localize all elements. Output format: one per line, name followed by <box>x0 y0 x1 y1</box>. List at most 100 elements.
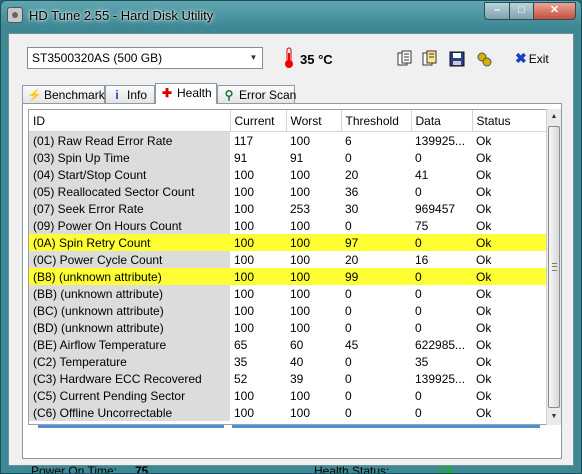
cell-id: (BE) Airflow Temperature <box>29 336 230 353</box>
cell-data: 0 <box>415 320 422 335</box>
cell-threshold: 99 <box>341 268 411 285</box>
table-row[interactable]: (C3) Hardware ECC Recovered 52 39 0 139925..… <box>29 370 547 387</box>
cell-worst: 100 <box>290 405 311 420</box>
cell-status: Ok <box>476 218 492 233</box>
table-row[interactable]: (01) Raw Read Error Rate 117 100 6 139925...… <box>29 131 547 149</box>
minimize-button[interactable]: – <box>484 2 510 20</box>
table-row[interactable]: (04) Start/Stop Count 100 100 20 41 Ok <box>29 166 547 183</box>
table-row[interactable]: (05) Reallocated Sector Count 100 100 36 0 Ok <box>29 183 547 200</box>
cell-data: 622985... <box>415 337 466 352</box>
tab-benchmark[interactable]: ⚡ Benchmark <box>22 85 105 103</box>
cell-worst: 253 <box>290 201 311 216</box>
table-row[interactable]: (09) Power On Hours Count 100 100 0 75 Ok <box>29 217 547 234</box>
cell-id: (C3) Hardware ECC Recovered <box>29 370 230 387</box>
app-window: HD Tune 2.55 - Hard Disk Utility – □ ✕ S… <box>0 0 582 474</box>
cell-data: 139925... <box>415 371 466 386</box>
table-row[interactable]: (0A) Spin Retry Count 100 100 97 0 Ok <box>29 234 547 251</box>
column-header-data[interactable]: Data <box>411 110 473 132</box>
table-row[interactable]: (BC) (unknown attribute) 100 100 0 0 Ok <box>29 302 547 319</box>
column-header-worst[interactable]: Worst <box>286 110 342 132</box>
cell-status: Ok <box>476 133 492 148</box>
scroll-up-arrow-icon[interactable]: ▲ <box>547 109 561 125</box>
cell-data: 0 <box>415 184 422 199</box>
cell-current: 100 <box>234 320 255 335</box>
exit-button[interactable]: ✖ Exit <box>515 50 551 68</box>
column-header-current[interactable]: Current <box>230 110 287 132</box>
table-row[interactable]: (C5) Current Pending Sector 100 100 0 0 Ok <box>29 387 547 404</box>
table-row[interactable]: (0C) Power Cycle Count 100 100 20 16 Ok <box>29 251 547 268</box>
cell-id: (BD) (unknown attribute) <box>29 319 230 336</box>
table-row[interactable]: (C2) Temperature 35 40 0 35 Ok <box>29 353 547 370</box>
cell-threshold: 6 <box>345 133 352 148</box>
smart-attributes-table[interactable]: ID Current Worst Threshold Data Status (… <box>28 109 548 425</box>
table-row[interactable]: (03) Spin Up Time 91 91 0 0 Ok <box>29 149 547 166</box>
scrollbar-thumb[interactable] <box>548 126 560 408</box>
cell-worst: 100 <box>290 167 311 182</box>
cell-threshold: 0 <box>345 286 352 301</box>
cell-threshold: 0 <box>345 388 352 403</box>
drive-select[interactable]: ST3500320AS (500 GB) ▼ <box>27 47 263 69</box>
save-icon[interactable] <box>448 50 466 68</box>
cell-data: 0 <box>415 303 422 318</box>
table-row[interactable]: (C6) Offline Uncorrectable 100 100 0 0 Ok <box>29 404 547 421</box>
cell-current: 100 <box>234 286 255 301</box>
scroll-down-arrow-icon[interactable]: ▼ <box>547 409 561 425</box>
cell-threshold: 36 <box>345 184 359 199</box>
cell-status: Ok <box>476 303 492 318</box>
tab-label: Benchmark <box>44 88 105 102</box>
cell-id: (04) Start/Stop Count <box>29 166 230 183</box>
temperature-readout: 35 °C <box>300 52 333 67</box>
cell-worst: 100 <box>290 133 311 148</box>
main-client-area: ST3500320AS (500 GB) ▼ 35 °C ✖ Exit ⚡ Benc… <box>8 33 574 473</box>
info-icon: i <box>115 88 119 102</box>
cell-worst: 100 <box>290 184 311 199</box>
cell-worst: 100 <box>290 252 311 267</box>
window-title: HD Tune 2.55 - Hard Disk Utility <box>29 8 214 23</box>
tab-health[interactable]: ✚ Health <box>155 83 217 104</box>
maximize-button[interactable]: □ <box>509 2 534 20</box>
column-header-status[interactable]: Status <box>472 110 547 132</box>
magnifier-icon: ⚲ <box>224 88 234 102</box>
tab-info[interactable]: i Info <box>105 85 155 103</box>
cell-current: 100 <box>234 167 255 182</box>
table-row[interactable]: (BD) (unknown attribute) 100 100 0 0 Ok <box>29 319 547 336</box>
cell-threshold: 30 <box>345 201 359 216</box>
column-header-threshold[interactable]: Threshold <box>341 110 412 132</box>
cell-worst: 100 <box>290 388 311 403</box>
table-row[interactable]: (BB) (unknown attribute) 100 100 0 0 Ok <box>29 285 547 302</box>
title-bar[interactable]: HD Tune 2.55 - Hard Disk Utility – □ ✕ <box>1 1 581 33</box>
options-icon[interactable] <box>475 50 493 68</box>
cell-current: 65 <box>234 337 248 352</box>
cell-data: 0 <box>411 268 472 285</box>
copy-all-icon[interactable] <box>421 50 439 68</box>
tab-label: Health <box>177 86 212 100</box>
cell-data: 75 <box>415 218 429 233</box>
cell-current: 100 <box>234 303 255 318</box>
vertical-scrollbar[interactable]: ▲ ▼ <box>546 109 561 425</box>
close-button[interactable]: ✕ <box>533 2 576 20</box>
cell-status: Ok <box>476 388 492 403</box>
copy-info-icon[interactable] <box>396 50 414 68</box>
cell-current: 35 <box>234 354 248 369</box>
cell-threshold: 0 <box>345 371 352 386</box>
cell-threshold: 45 <box>345 337 359 352</box>
table-row[interactable]: (07) Seek Error Rate 100 253 30 969457 Ok <box>29 200 547 217</box>
cell-current: 100 <box>234 184 255 199</box>
table-row[interactable]: (B8) (unknown attribute) 100 100 99 0 Ok <box>29 268 547 285</box>
cell-worst: 40 <box>290 354 304 369</box>
cell-data: 969457 <box>415 201 456 216</box>
cell-worst: 100 <box>286 234 341 251</box>
cell-data: 139925... <box>415 133 466 148</box>
tab-error-scan[interactable]: ⚲ Error Scan <box>217 85 296 103</box>
thermometer-icon <box>285 47 293 68</box>
cell-threshold: 0 <box>345 320 352 335</box>
table-row[interactable]: (BE) Airflow Temperature 65 60 45 622985... O… <box>29 336 547 353</box>
exit-label: Exit <box>528 52 549 66</box>
cell-data: 16 <box>415 252 429 267</box>
cell-status: Ok <box>476 167 492 182</box>
cell-current: 100 <box>234 405 255 420</box>
cell-status: Ok <box>476 184 492 199</box>
cell-worst: 100 <box>286 268 341 285</box>
column-header-id[interactable]: ID <box>29 110 231 132</box>
cell-id: (B8) (unknown attribute) <box>29 268 230 285</box>
